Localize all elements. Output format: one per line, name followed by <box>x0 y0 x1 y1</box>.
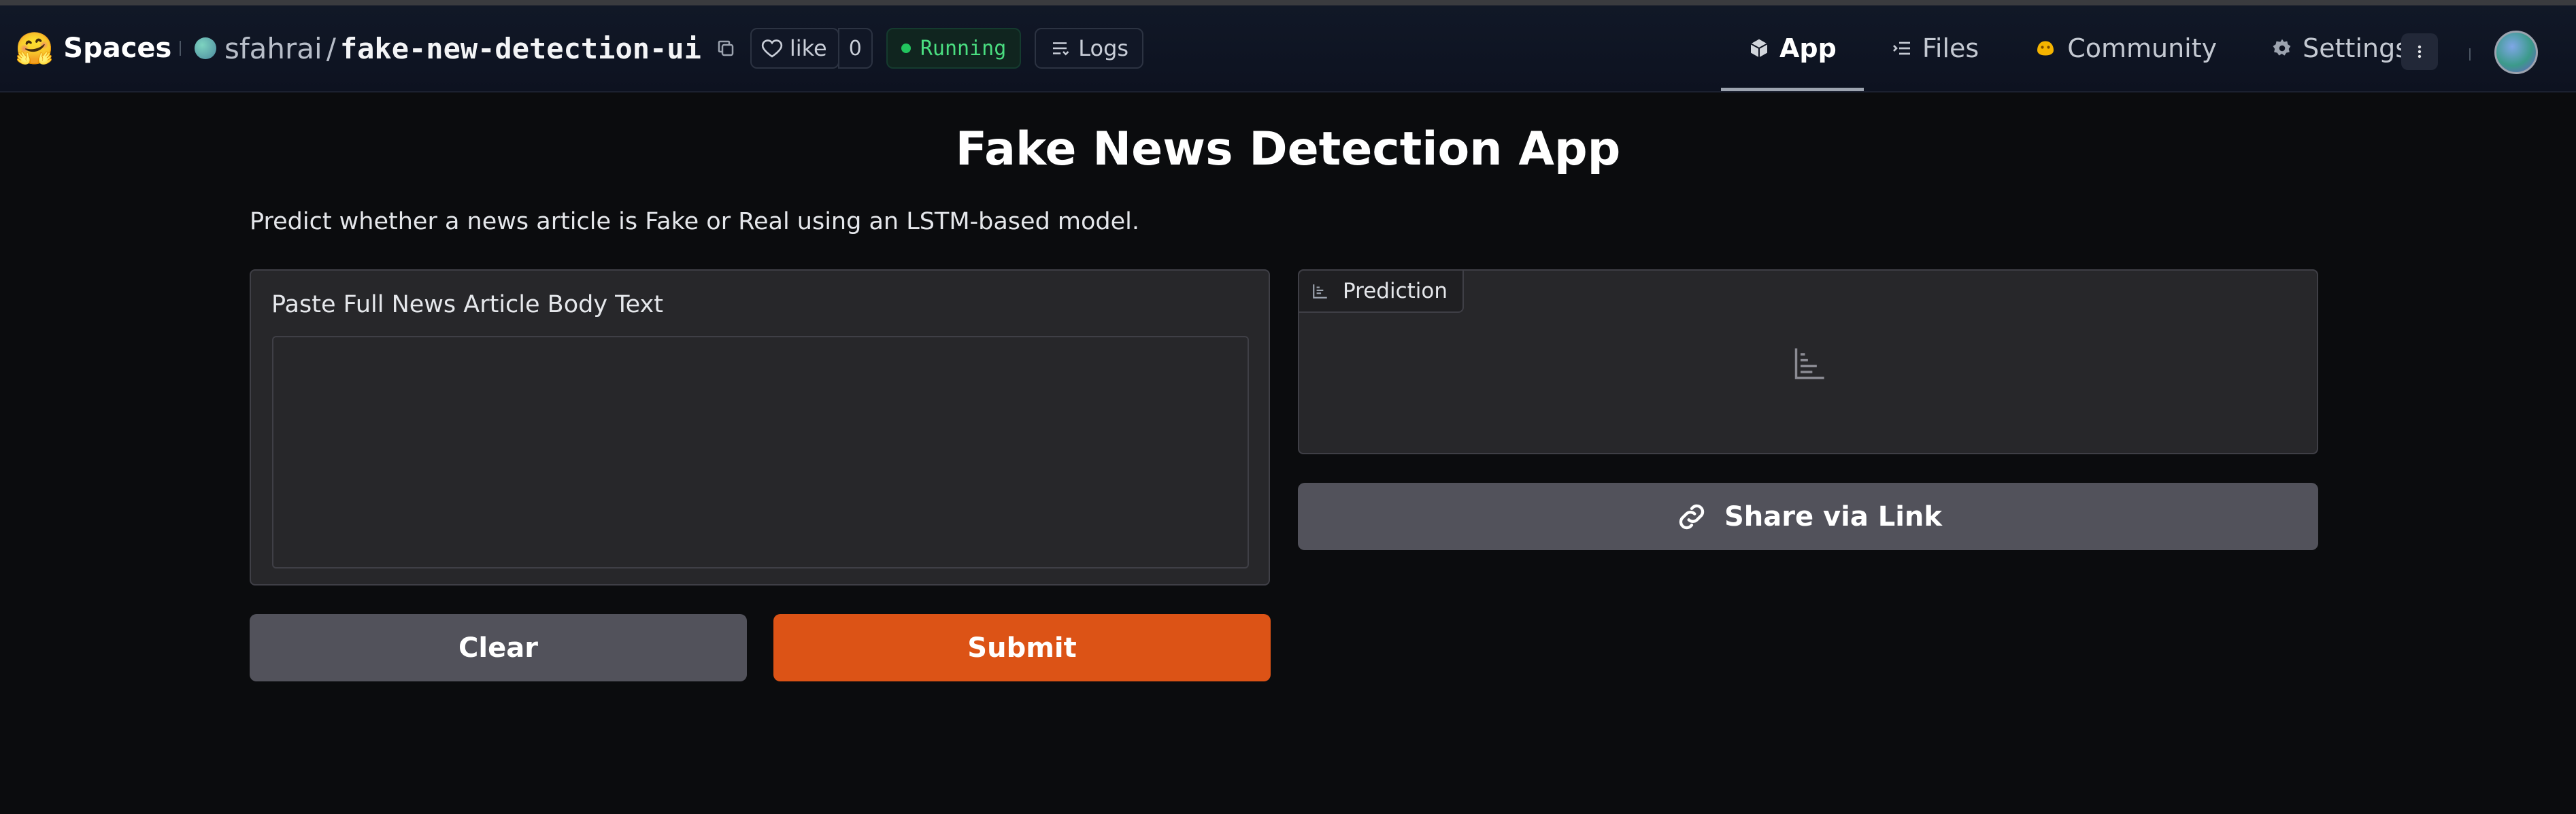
tab-files[interactable]: Files <box>1864 5 2006 91</box>
prediction-panel: Prediction <box>1298 269 2318 454</box>
logs-label: Logs <box>1078 35 1129 61</box>
share-label: Share via Link <box>1724 501 1943 532</box>
divider <box>180 41 181 56</box>
logs-button[interactable]: Logs <box>1035 28 1144 69</box>
empty-chart-icon <box>1794 348 1824 379</box>
page-description: Predict whether a news article is Fake o… <box>250 208 1140 235</box>
like-button[interactable]: like <box>750 28 839 69</box>
status-text: Running <box>920 36 1007 61</box>
community-icon <box>2037 41 2054 56</box>
hugging-face-logo: 🤗 <box>15 30 54 67</box>
owner-link[interactable]: sfahrai <box>224 32 322 65</box>
window-top-strip <box>0 0 2576 5</box>
submit-button[interactable]: Submit <box>773 614 1271 681</box>
logs-icon <box>1053 42 1069 56</box>
copy-icon[interactable] <box>715 37 737 59</box>
breadcrumb-separator: / <box>326 31 336 65</box>
owner-avatar <box>195 37 216 59</box>
article-input-label: Paste Full News Article Body Text <box>271 291 663 318</box>
space-tabs: App Files Community Settings <box>1721 5 2436 91</box>
tab-community[interactable]: Community <box>2006 5 2244 91</box>
brand[interactable]: 🤗 Spaces <box>15 5 171 91</box>
bar-chart-icon <box>1313 284 1327 299</box>
prediction-label-tab: Prediction <box>1299 271 1465 313</box>
vertical-dots-icon <box>2418 45 2422 58</box>
cube-icon <box>1750 39 1768 58</box>
status-badge[interactable]: Running <box>886 28 1022 69</box>
tab-app[interactable]: App <box>1721 5 1864 91</box>
article-input-panel: Paste Full News Article Body Text <box>250 269 1270 586</box>
like-count-badge: 0 <box>837 28 873 69</box>
user-avatar[interactable] <box>2494 31 2538 74</box>
repo-name-link[interactable]: fake-new-detection-ui <box>340 32 701 65</box>
prediction-label: Prediction <box>1343 279 1448 303</box>
article-textarea[interactable] <box>272 336 1249 569</box>
files-icon <box>1892 41 1910 55</box>
link-icon <box>1679 504 1705 529</box>
top-navbar: 🤗 Spaces sfahrai / fake-new-detection-ui… <box>0 5 2576 92</box>
like-count: 0 <box>848 36 862 61</box>
tab-settings-label: Settings <box>2303 33 2409 63</box>
share-via-link-button[interactable]: Share via Link <box>1298 483 2318 550</box>
page-title: Fake News Detection App <box>955 122 1621 176</box>
tab-community-label: Community <box>2067 33 2218 63</box>
divider <box>2469 48 2471 61</box>
status-dot-icon <box>901 44 911 53</box>
heart-icon <box>761 39 783 58</box>
tab-app-label: App <box>1779 33 1837 63</box>
brand-label: Spaces <box>63 33 172 64</box>
tab-files-label: Files <box>1922 33 1979 63</box>
more-options-button[interactable] <box>2401 33 2438 70</box>
gear-icon <box>2273 39 2291 56</box>
like-label: like <box>789 35 827 61</box>
repo-breadcrumb: sfahrai / fake-new-detection-ui like 0 R… <box>166 5 1144 91</box>
clear-button[interactable]: Clear <box>250 614 747 681</box>
